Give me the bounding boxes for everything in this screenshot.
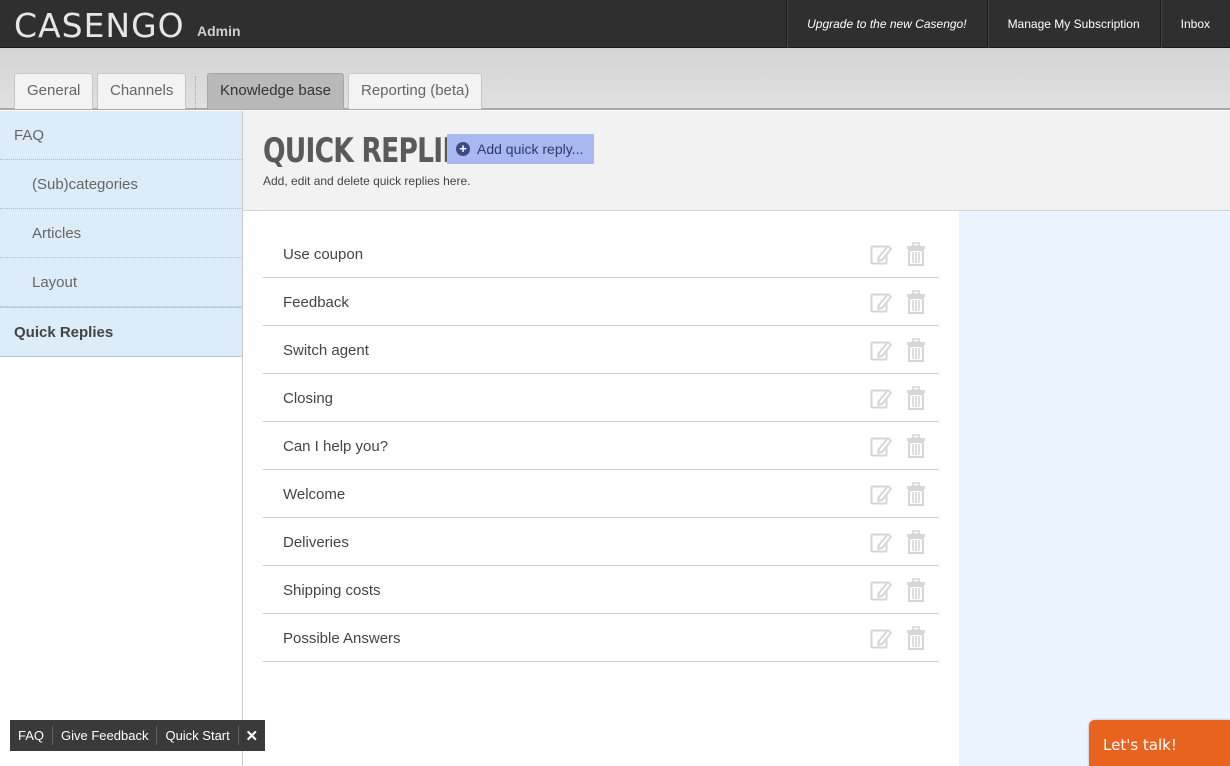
quick-replies-area: Use coupon Feedback Switch agent Closing Can… xyxy=(243,211,959,766)
sidebar-item-layout[interactable]: Layout xyxy=(0,258,242,307)
top-bar: CASENGO Admin Upgrade to the new Casengo… xyxy=(0,0,1230,48)
page-header: QUICK REPLIES + Add quick reply... Add, … xyxy=(243,111,1230,211)
tab-knowledge-base[interactable]: Knowledge base xyxy=(207,73,344,109)
quick-reply-label: Closing xyxy=(283,390,334,407)
edit-icon[interactable] xyxy=(870,578,892,602)
quick-reply-row[interactable]: Closing xyxy=(263,374,939,422)
upgrade-link[interactable]: Upgrade to the new Casengo! xyxy=(786,0,986,48)
plus-circle-icon: + xyxy=(456,142,470,156)
quick-reply-label: Feedback xyxy=(283,294,349,311)
edit-icon[interactable] xyxy=(870,434,892,458)
trash-icon[interactable] xyxy=(906,482,928,506)
edit-icon[interactable] xyxy=(870,530,892,554)
add-quick-reply-label: Add quick reply... xyxy=(477,141,584,157)
tab-strip: General Channels Knowledge base Reportin… xyxy=(0,48,1230,110)
trash-icon[interactable] xyxy=(906,578,928,602)
inbox-link[interactable]: Inbox xyxy=(1159,0,1230,48)
sidebar-item-quick-replies[interactable]: Quick Replies xyxy=(0,307,242,357)
edit-icon[interactable] xyxy=(870,290,892,314)
trash-icon[interactable] xyxy=(906,386,928,410)
sidebar-item-subcategories[interactable]: (Sub)categories xyxy=(0,160,242,209)
quick-reply-row[interactable]: Welcome xyxy=(263,470,939,518)
page-subtitle: Add, edit and delete quick replies here. xyxy=(263,174,471,188)
tab-general[interactable]: General xyxy=(14,73,94,109)
quick-reply-row[interactable]: Feedback xyxy=(263,278,939,326)
trash-icon[interactable] xyxy=(906,242,928,266)
help-faq-link[interactable]: FAQ xyxy=(10,726,54,745)
quick-reply-label: Switch agent xyxy=(283,342,369,359)
quick-reply-row[interactable]: Deliveries xyxy=(263,518,939,566)
trash-icon[interactable] xyxy=(906,290,928,314)
quick-reply-label: Can I help you? xyxy=(283,438,389,455)
sidebar-item-articles[interactable]: Articles xyxy=(0,209,242,258)
quick-start-link[interactable]: Quick Start xyxy=(157,726,239,745)
tab-separator xyxy=(195,76,197,108)
edit-icon[interactable] xyxy=(870,242,892,266)
quick-reply-row[interactable]: Can I help you? xyxy=(263,422,939,470)
add-quick-reply-button[interactable]: + Add quick reply... xyxy=(447,134,595,164)
sidebar-item-faq[interactable]: FAQ xyxy=(0,111,242,160)
quick-reply-row[interactable]: Shipping costs xyxy=(263,566,939,614)
manage-subscription-link[interactable]: Manage My Subscription xyxy=(986,0,1160,48)
close-icon[interactable]: ✕ xyxy=(239,727,265,745)
edit-icon[interactable] xyxy=(870,338,892,362)
give-feedback-link[interactable]: Give Feedback xyxy=(53,726,158,745)
top-nav: Upgrade to the new Casengo! Manage My Su… xyxy=(786,0,1230,48)
quick-reply-label: Possible Answers xyxy=(283,630,401,647)
app-logo-subtitle: Admin xyxy=(197,23,241,39)
trash-icon[interactable] xyxy=(906,530,928,554)
quick-reply-label: Use coupon xyxy=(283,246,364,263)
edit-icon[interactable] xyxy=(870,626,892,650)
quick-reply-label: Welcome xyxy=(283,486,346,503)
quick-reply-label: Shipping costs xyxy=(283,582,381,599)
trash-icon[interactable] xyxy=(906,626,928,650)
quick-replies-list: Use coupon Feedback Switch agent Closing Can… xyxy=(263,230,939,662)
quick-reply-row[interactable]: Use coupon xyxy=(263,230,939,278)
tab-reporting[interactable]: Reporting (beta) xyxy=(348,73,483,109)
quick-reply-row[interactable]: Possible Answers xyxy=(263,614,939,662)
trash-icon[interactable] xyxy=(906,434,928,458)
app-logo[interactable]: CASENGO xyxy=(14,6,185,45)
help-bar: FAQ Give Feedback Quick Start ✕ xyxy=(10,720,265,751)
sidebar: FAQ (Sub)categories Articles Layout Quic… xyxy=(0,111,243,766)
edit-icon[interactable] xyxy=(870,386,892,410)
edit-icon[interactable] xyxy=(870,482,892,506)
page-title: QUICK REPLIES xyxy=(263,131,479,171)
tab-channels[interactable]: Channels xyxy=(97,73,187,109)
quick-reply-label: Deliveries xyxy=(283,534,349,551)
trash-icon[interactable] xyxy=(906,338,928,362)
quick-reply-row[interactable]: Switch agent xyxy=(263,326,939,374)
right-panel xyxy=(959,211,1230,766)
lets-talk-chat-button[interactable]: Let's talk! xyxy=(1089,720,1230,766)
